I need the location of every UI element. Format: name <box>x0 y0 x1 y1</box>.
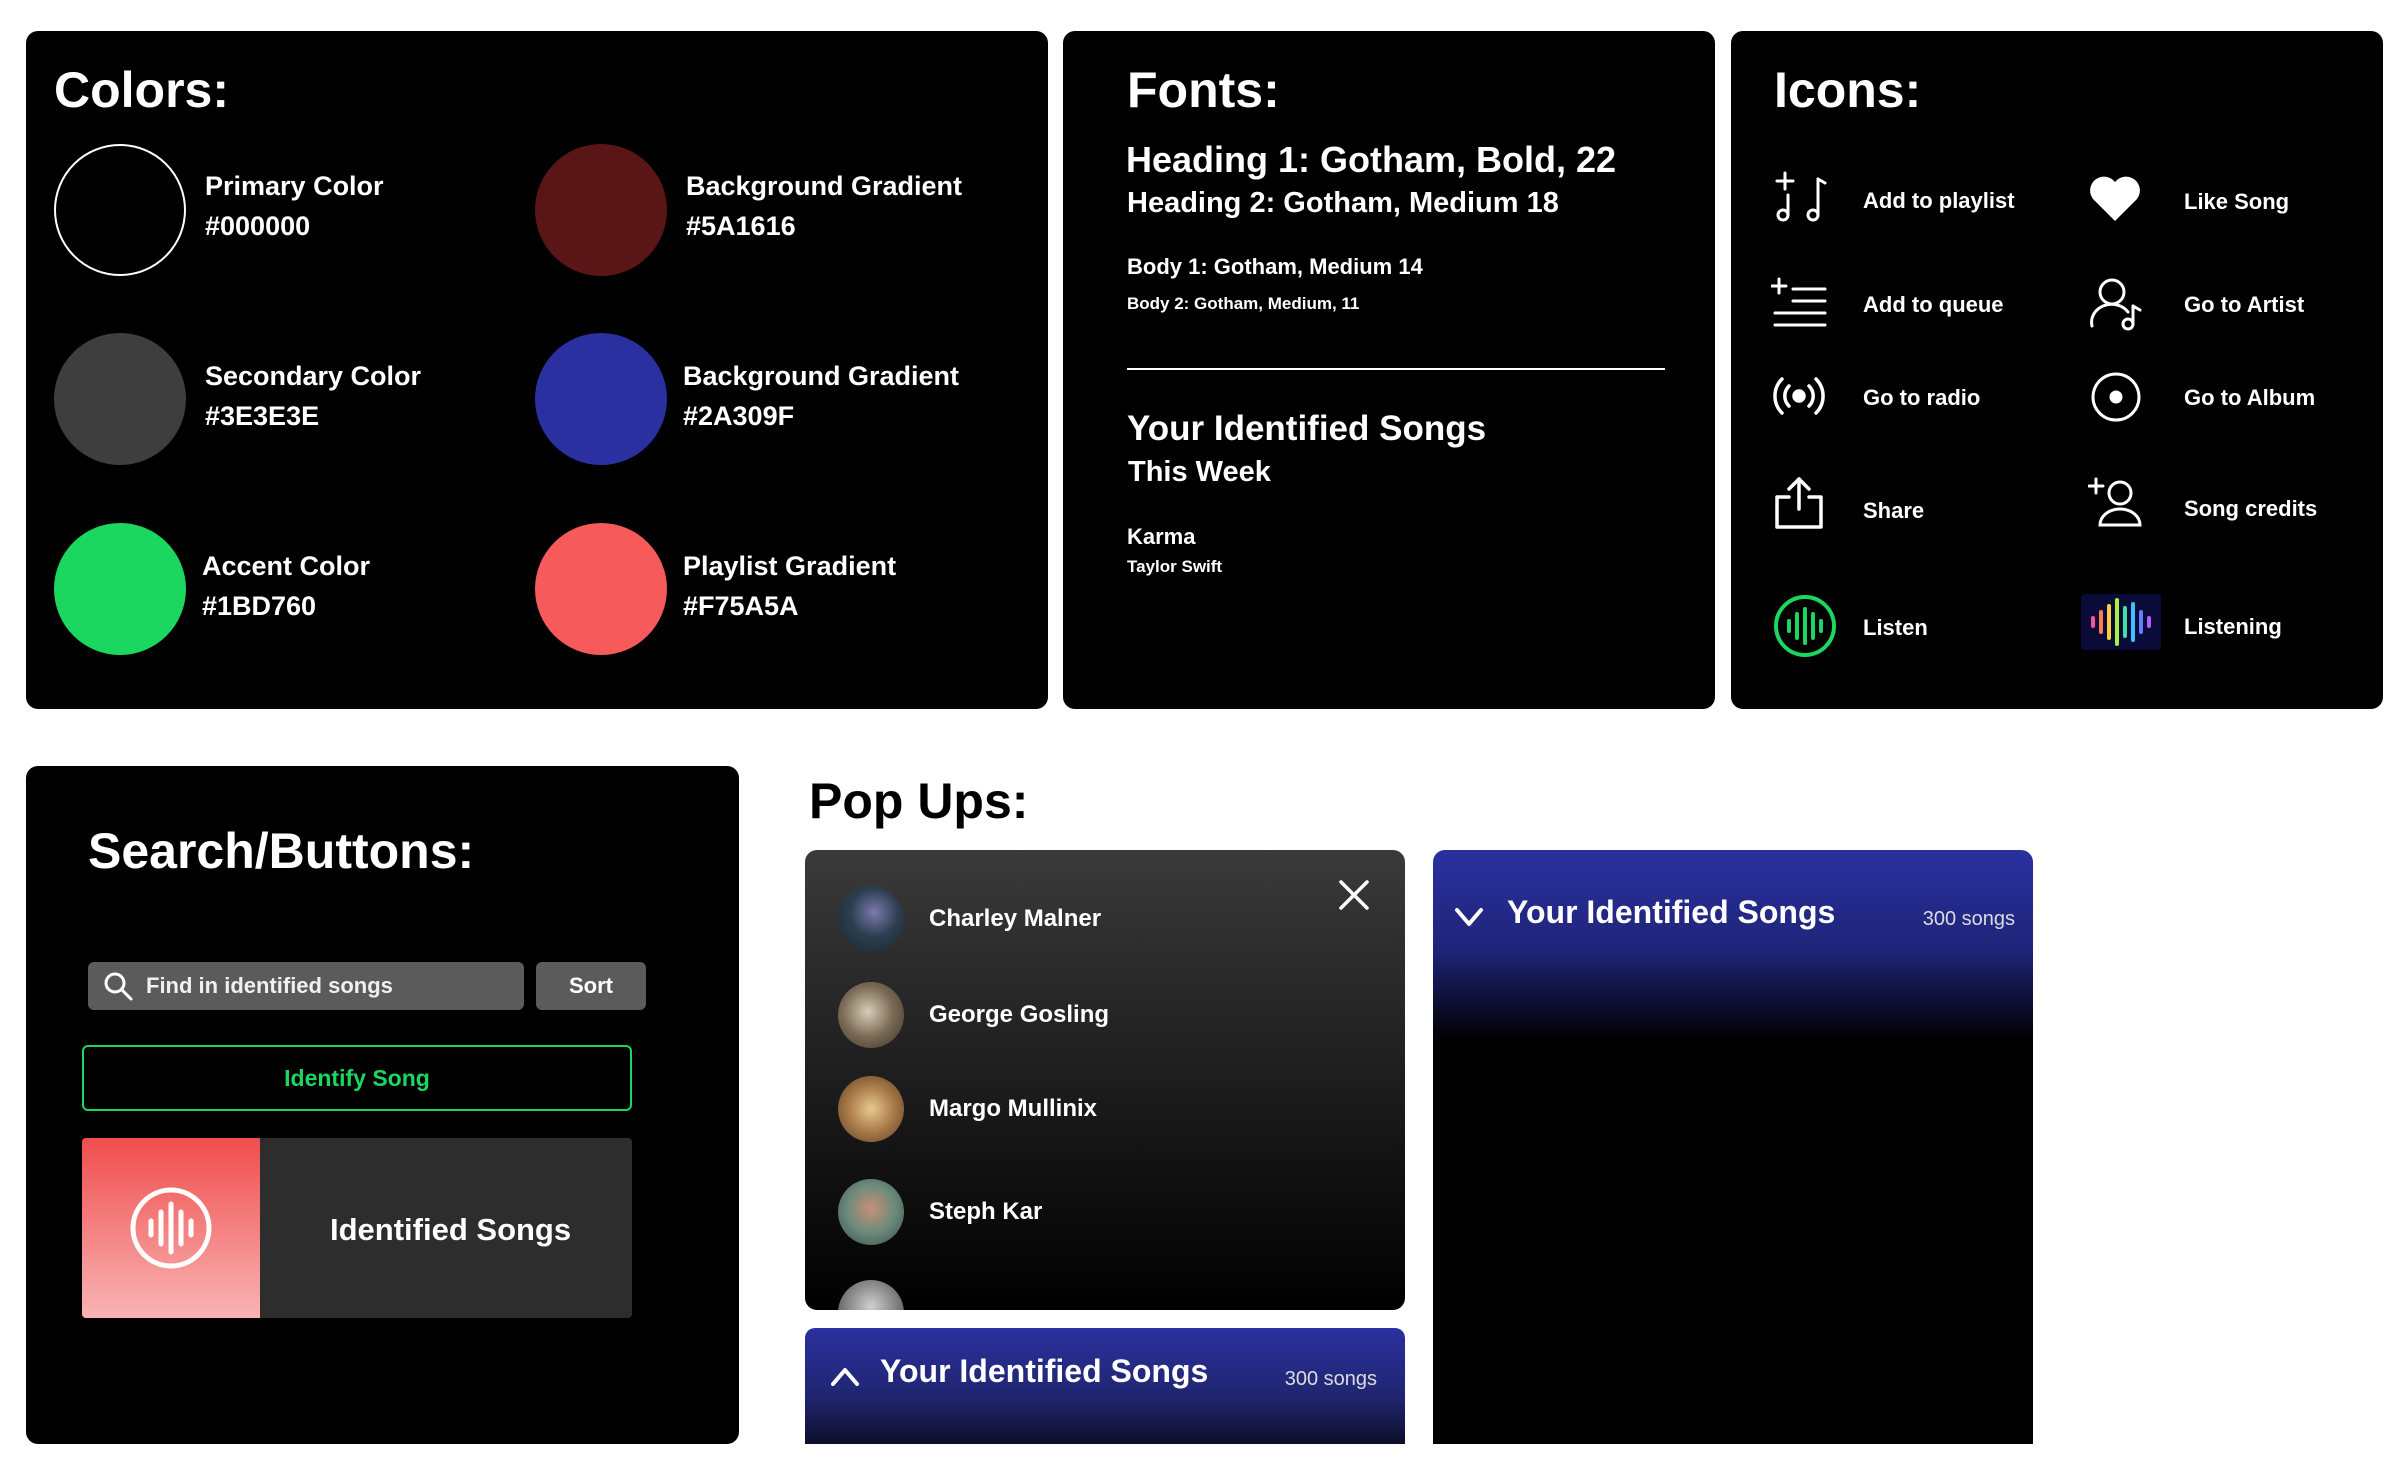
expanded-song-count: 300 songs <box>1922 908 2015 930</box>
sample-song-artist: Taylor Swift <box>1127 557 1223 576</box>
sort-label: Sort <box>569 973 613 998</box>
share-icon[interactable] <box>1773 475 1825 531</box>
accent-color-label: Accent Color #1BD760 <box>202 551 371 621</box>
share-label: Share <box>1863 498 1925 523</box>
add-to-queue-icon[interactable] <box>1770 275 1831 335</box>
colors-panel: Colors: Primary Color #000000 Secondary … <box>26 31 1048 709</box>
close-icon[interactable] <box>1337 878 1371 912</box>
icons-title: Icons: <box>1774 62 1922 118</box>
chevron-down-icon[interactable] <box>1453 906 1485 930</box>
sample-subheading: This Week <box>1128 456 1271 488</box>
fonts-title: Fonts: <box>1127 62 1280 118</box>
go-to-radio-label: Go to radio <box>1863 385 1981 410</box>
chevron-up-icon[interactable] <box>829 1364 861 1388</box>
people-popup: Charley Malner George Gosling Margo Mull… <box>805 850 1405 1310</box>
album-icon[interactable] <box>2090 371 2142 423</box>
radio-icon[interactable] <box>1771 368 1827 424</box>
avatar <box>838 886 904 952</box>
playlist-gradient-label: Playlist Gradient #F75A5A <box>683 551 897 621</box>
go-to-album-label: Go to Album <box>2184 385 2316 410</box>
blue-gradient-swatch <box>535 333 667 465</box>
sample-song-title: Karma <box>1127 524 1196 549</box>
primary-color-label: Primary Color #000000 <box>205 171 384 241</box>
popups-title: Pop Ups: <box>809 773 1029 829</box>
go-to-artist-label: Go to Artist <box>2184 292 2305 317</box>
heart-icon[interactable] <box>2088 173 2142 223</box>
expanded-songs-popup: Your Identified Songs 300 songs <box>1433 850 2033 1444</box>
fonts-panel: Fonts: Heading 1: Gotham, Bold, 22 Headi… <box>1063 31 1715 709</box>
identified-songs-card[interactable]: Identified Songs <box>82 1138 632 1318</box>
songs-bar-title: Your Identified Songs <box>880 1353 1209 1389</box>
playlist-gradient-swatch <box>535 523 667 655</box>
person-row[interactable]: Charley Malner <box>838 886 1101 952</box>
accent-color-swatch <box>54 523 186 655</box>
soundwave-icon <box>129 1186 213 1270</box>
person-name: George Gosling <box>929 1001 1110 1028</box>
avatar <box>838 1076 904 1142</box>
person-name: Steph Kar <box>929 1198 1043 1225</box>
identified-songs-thumbnail <box>82 1138 260 1318</box>
secondary-color-label: Secondary Color #3E3E3E <box>205 361 422 431</box>
avatar <box>838 1179 904 1245</box>
secondary-color-swatch <box>54 333 186 465</box>
search-buttons-title: Search/Buttons: <box>88 823 475 879</box>
listening-icon <box>2081 594 2161 650</box>
person-row[interactable]: George Gosling <box>838 982 1109 1048</box>
avatar <box>838 1280 904 1310</box>
add-to-playlist-icon[interactable] <box>1771 169 1831 229</box>
avatar <box>838 982 904 1048</box>
sort-button[interactable]: Sort <box>536 962 646 1010</box>
identify-song-label: Identify Song <box>284 1064 430 1091</box>
fonts-divider <box>1127 368 1665 370</box>
expanded-songs-title: Your Identified Songs <box>1507 894 1836 930</box>
red-gradient-swatch <box>535 144 667 276</box>
add-to-playlist-label: Add to playlist <box>1863 188 2015 213</box>
body1-sample: Body 1: Gotham, Medium 14 <box>1127 254 1423 279</box>
sample-heading: Your Identified Songs <box>1127 409 1487 448</box>
colors-title: Colors: <box>54 62 229 118</box>
body2-sample: Body 2: Gotham, Medium, 11 <box>1127 294 1360 313</box>
heading2-sample: Heading 2: Gotham, Medium 18 <box>1127 187 1559 219</box>
search-buttons-panel: Search/Buttons: Find in identified songs… <box>26 766 739 1444</box>
red-gradient-label: Background Gradient #5A1616 <box>686 171 963 241</box>
person-name: Charley Malner <box>929 905 1102 932</box>
listening-label: Listening <box>2184 614 2282 639</box>
collapsed-songs-bar[interactable]: Your Identified Songs 300 songs <box>805 1328 1405 1444</box>
search-icon <box>102 970 134 1002</box>
primary-color-swatch <box>54 144 186 276</box>
song-credits-icon[interactable] <box>2087 477 2144 527</box>
like-song-label: Like Song <box>2184 189 2290 214</box>
person-row[interactable]: Steph Kar <box>838 1179 1042 1245</box>
person-row[interactable]: Margo Mullinix <box>838 1076 1097 1142</box>
song-credits-label: Song credits <box>2184 496 2318 521</box>
icons-panel: Icons: Add to playlist Add to queue Go t… <box>1731 31 2383 709</box>
song-count: 300 songs <box>1284 1368 1377 1390</box>
person-name: Margo Mullinix <box>929 1095 1097 1122</box>
identified-songs-label: Identified Songs <box>330 1212 572 1247</box>
search-bar[interactable]: Find in identified songs <box>88 962 524 1010</box>
listen-label: Listen <box>1863 615 1928 640</box>
add-to-queue-label: Add to queue <box>1863 292 2004 317</box>
identify-song-button[interactable]: Identify Song <box>82 1045 632 1111</box>
heading1-sample: Heading 1: Gotham, Bold, 22 <box>1126 139 1617 180</box>
search-placeholder: Find in identified songs <box>146 973 393 998</box>
listen-icon[interactable] <box>1773 594 1837 658</box>
artist-icon[interactable] <box>2088 274 2144 332</box>
blue-gradient-label: Background Gradient #2A309F <box>683 361 960 431</box>
